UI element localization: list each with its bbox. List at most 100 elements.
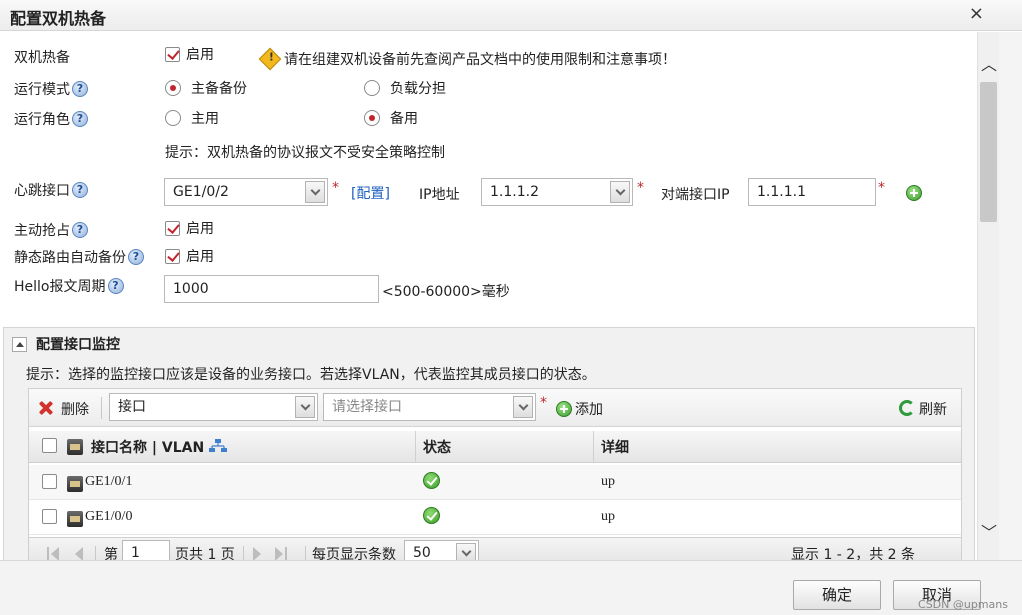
row-name: GE1/0/0 [85, 509, 133, 524]
required-mark: * [332, 180, 339, 196]
static-route-enable-option[interactable]: 启用 [165, 246, 214, 266]
help-icon[interactable]: ? [107, 278, 124, 294]
right-edge [999, 32, 1022, 560]
pager-divider [243, 546, 244, 560]
help-icon[interactable]: ? [72, 222, 88, 238]
mode-option-active-standby[interactable]: 主备备份 [165, 78, 247, 98]
per-page-select[interactable]: 50 [404, 540, 479, 560]
refresh-button[interactable]: 刷新 [919, 399, 947, 419]
table-row[interactable]: GE1/0/1 up [29, 465, 961, 500]
pager-divider [305, 546, 306, 560]
scroll-down-icon[interactable]: ﹀ [978, 518, 1000, 548]
role-radio-master[interactable] [165, 110, 181, 126]
peer-ip-input[interactable]: 1.1.1.1 [748, 178, 876, 206]
monitor-type-value: 接口 [118, 399, 146, 415]
pager-divider [95, 546, 96, 560]
static-route-enable-text: 启用 [186, 249, 214, 265]
monitor-iface-select[interactable]: 请选择接口 [323, 393, 536, 421]
next-page-icon[interactable] [253, 547, 261, 560]
static-route-label: 静态路由自动备份? [14, 247, 144, 267]
grid-header: 接口名称 | VLAN 状态 详细 [29, 431, 961, 463]
watermark: CSDN @upmans [918, 598, 1008, 611]
chevron-down-icon[interactable] [610, 181, 630, 203]
delete-icon[interactable] [39, 401, 53, 415]
status-ok-icon [423, 472, 440, 489]
add-icon[interactable] [556, 401, 572, 417]
page-suffix: 页共 1 页 [175, 547, 235, 560]
scroll-up-icon[interactable]: ︿ [978, 50, 1000, 80]
prev-page-icon[interactable] [75, 547, 83, 560]
monitor-grid: 删除 接口 请选择接口 * 添加 刷新 接口名称 | VLAN 状态 详细 GE… [28, 388, 962, 560]
first-page-icon[interactable] [51, 547, 59, 560]
page-number-input[interactable]: 1 [122, 540, 170, 560]
row-checkbox[interactable] [42, 509, 57, 524]
help-icon[interactable]: ? [72, 81, 88, 97]
ha-enable-checkbox[interactable] [165, 46, 180, 62]
close-icon[interactable]: × [969, 5, 984, 23]
static-route-checkbox[interactable] [165, 248, 180, 264]
chevron-down-icon[interactable] [295, 396, 315, 418]
monitor-type-select[interactable]: 接口 [109, 393, 318, 421]
pager-summary: 显示 1 - 2，共 2 条 [791, 547, 916, 560]
add-button[interactable]: 添加 [575, 399, 603, 419]
per-page-label: 每页显示条数 [312, 547, 396, 560]
mode-radio-active-standby[interactable] [165, 80, 181, 96]
preempt-checkbox[interactable] [165, 220, 180, 236]
role-option-master[interactable]: 主用 [165, 108, 219, 128]
ha-enable-text: 启用 [186, 47, 214, 63]
heartbeat-config-link[interactable]: [配置] [351, 183, 390, 203]
table-row[interactable]: GE1/0/0 up [29, 500, 961, 535]
last-page-icon[interactable] [275, 547, 283, 560]
row-checkbox[interactable] [42, 474, 57, 489]
required-mark: * [878, 180, 885, 196]
chevron-down-icon[interactable] [305, 181, 325, 203]
ip-select-value: 1.1.1.2 [490, 184, 539, 200]
help-icon[interactable]: ? [72, 182, 88, 198]
scroll-thumb[interactable] [980, 82, 997, 222]
ok-button[interactable]: 确定 [793, 580, 881, 610]
col-status-header[interactable]: 状态 [423, 437, 451, 457]
required-mark: * [540, 395, 547, 411]
required-mark: * [637, 180, 644, 196]
role-radio-backup[interactable] [364, 110, 380, 126]
delete-button[interactable]: 删除 [61, 399, 89, 419]
mode-opt2-text: 负载分担 [390, 81, 446, 97]
protocol-hint: 提示：双机热备的协议报文不受安全策略控制 [165, 145, 445, 161]
col-detail-header[interactable]: 详细 [601, 437, 629, 457]
ha-label: 双机热备 [14, 50, 70, 66]
mode-radio-load-balance[interactable] [364, 80, 380, 96]
toolbar-divider [101, 397, 102, 419]
collapse-icon[interactable] [12, 337, 27, 352]
row-name: GE1/0/1 [85, 474, 133, 489]
hello-label: Hello报文周期? [14, 276, 124, 296]
select-all-checkbox[interactable] [42, 438, 57, 453]
network-icon [209, 439, 227, 453]
mode-label: 运行模式? [14, 79, 88, 99]
mode-option-load-balance[interactable]: 负载分担 [364, 78, 446, 98]
hello-period-input[interactable]: 1000 [164, 275, 379, 303]
preempt-label: 主动抢占? [14, 220, 88, 240]
grid-toolbar: 删除 接口 请选择接口 * 添加 刷新 [29, 389, 961, 427]
mode-opt1-text: 主备备份 [191, 81, 247, 97]
grid-pager: 第 1 页共 1 页 每页显示条数 50 显示 1 - 2，共 2 条 [29, 537, 961, 560]
heartbeat-select-value: GE1/0/2 [173, 184, 229, 200]
vertical-scrollbar[interactable]: ︿ ﹀ [977, 32, 999, 560]
role-opt1-text: 主用 [191, 111, 219, 127]
refresh-icon[interactable] [899, 400, 915, 416]
chevron-down-icon[interactable] [456, 543, 476, 560]
chevron-down-icon[interactable] [513, 396, 533, 418]
ha-enable-option[interactable]: 启用 [165, 44, 214, 64]
add-heartbeat-icon[interactable] [906, 185, 922, 201]
role-option-backup[interactable]: 备用 [364, 108, 418, 128]
first-page-bar [47, 547, 49, 560]
help-icon[interactable]: ? [72, 111, 88, 127]
col-name-header[interactable]: 接口名称 | VLAN [91, 437, 204, 457]
ip-select[interactable]: 1.1.1.2 [481, 178, 633, 206]
port-icon [67, 439, 83, 455]
dialog-title: 配置双机热备 [10, 9, 107, 28]
help-icon[interactable]: ? [128, 249, 144, 265]
heartbeat-select[interactable]: GE1/0/2 [164, 178, 328, 206]
last-page-bar [285, 547, 287, 560]
row-detail: up [601, 474, 615, 489]
preempt-enable-option[interactable]: 启用 [165, 218, 214, 238]
